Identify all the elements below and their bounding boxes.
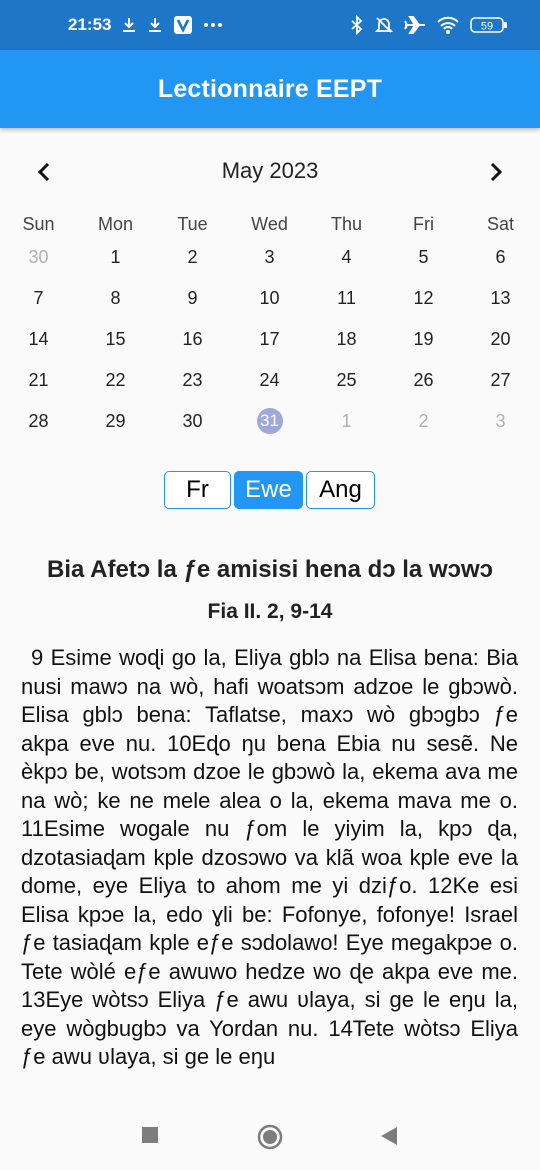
calendar-day[interactable]: 15 bbox=[77, 322, 154, 356]
calendar-day[interactable]: 27 bbox=[462, 363, 539, 397]
battery-level: 59 bbox=[481, 21, 493, 33]
reading-text: 9 Esime woɖi go la, Eliya gblɔ na Elisa … bbox=[21, 645, 518, 1069]
calendar-day[interactable]: 26 bbox=[385, 363, 462, 397]
calendar-day[interactable]: 11 bbox=[308, 281, 385, 315]
calendar-day[interactable]: 4 bbox=[308, 240, 385, 274]
calendar-day[interactable]: 3 bbox=[231, 240, 308, 274]
previous-month-button[interactable] bbox=[22, 150, 66, 194]
weekday-label: Tue bbox=[177, 214, 208, 234]
next-month-button[interactable] bbox=[474, 150, 518, 194]
calendar-day[interactable]: 13 bbox=[462, 281, 539, 315]
weekday-label: Sat bbox=[486, 214, 515, 234]
calendar-day[interactable]: 3 bbox=[462, 404, 539, 438]
calendar-day[interactable]: 24 bbox=[231, 363, 308, 397]
calendar-day[interactable]: 22 bbox=[77, 363, 154, 397]
home-circle-icon[interactable] bbox=[257, 1124, 283, 1155]
back-triangle-icon[interactable] bbox=[380, 1126, 398, 1151]
airplane-icon bbox=[404, 15, 426, 35]
month-title: May 2023 bbox=[221, 158, 319, 183]
calendar-day[interactable]: 1 bbox=[77, 240, 154, 274]
status-bar: 21:53 59 bbox=[0, 0, 540, 50]
calendar-day[interactable]: 18 bbox=[308, 322, 385, 356]
calendar-day[interactable]: 23 bbox=[154, 363, 231, 397]
calendar-day[interactable]: 7 bbox=[0, 281, 77, 315]
calendar-day[interactable]: 17 bbox=[231, 322, 308, 356]
calendar-day[interactable]: 2 bbox=[154, 240, 231, 274]
wifi-icon bbox=[436, 15, 460, 35]
calendar-day-selected[interactable]: 31 bbox=[231, 404, 308, 438]
calendar-day[interactable]: 12 bbox=[385, 281, 462, 315]
calendar-header: May 2023 bbox=[0, 150, 540, 194]
language-button-ewe[interactable]: Ewe bbox=[234, 471, 303, 509]
calendar-day[interactable]: 20 bbox=[462, 322, 539, 356]
app-title: Lectionnaire EEPT bbox=[157, 74, 383, 103]
language-button-fr[interactable]: Fr bbox=[164, 471, 231, 509]
calendar-day[interactable]: 19 bbox=[385, 322, 462, 356]
calendar-day[interactable]: 28 bbox=[0, 404, 77, 438]
weekday-row: Sun Mon Tue Wed Thu Fri Sat bbox=[0, 214, 540, 238]
v-app-icon bbox=[173, 15, 193, 35]
download-icon bbox=[147, 16, 163, 34]
calendar-day[interactable]: 6 bbox=[462, 240, 539, 274]
weekday-label: Mon bbox=[97, 214, 133, 234]
battery-icon: 59 bbox=[470, 15, 508, 35]
calendar-day[interactable]: 9 bbox=[154, 281, 231, 315]
weekday-label: Sun bbox=[22, 214, 55, 234]
calendar-day[interactable]: 10 bbox=[231, 281, 308, 315]
calendar-day[interactable]: 16 bbox=[154, 322, 231, 356]
app-bar: Lectionnaire EEPT bbox=[0, 50, 540, 128]
calendar-day[interactable]: 29 bbox=[77, 404, 154, 438]
reading-title: Bia Afetɔ la ƒe amisisi hena dɔ la wɔwɔ bbox=[47, 556, 493, 583]
system-nav-bar bbox=[0, 1104, 540, 1170]
calendar-day[interactable]: 21 bbox=[0, 363, 77, 397]
calendar-day[interactable]: 14 bbox=[0, 322, 77, 356]
calendar-day[interactable]: 25 bbox=[308, 363, 385, 397]
calendar-day[interactable]: 30 bbox=[0, 240, 77, 274]
more-dots-icon bbox=[203, 22, 223, 28]
calendar-day[interactable]: 8 bbox=[77, 281, 154, 315]
weekday-label: Fri bbox=[413, 214, 434, 234]
reading-reference: Fia II. 2, 9-14 bbox=[207, 600, 333, 623]
calendar-day[interactable]: 30 bbox=[154, 404, 231, 438]
mute-icon bbox=[374, 15, 394, 35]
recents-square-icon[interactable] bbox=[141, 1126, 159, 1149]
language-button-ang[interactable]: Ang bbox=[306, 471, 375, 509]
weekday-label: Thu bbox=[330, 214, 363, 234]
bluetooth-icon bbox=[350, 15, 364, 35]
calendar-day[interactable]: 1 bbox=[308, 404, 385, 438]
calendar-day[interactable]: 5 bbox=[385, 240, 462, 274]
chevron-right-icon bbox=[490, 162, 503, 182]
status-time: 21:53 bbox=[68, 15, 112, 34]
chevron-left-icon bbox=[37, 162, 50, 182]
download-icon bbox=[121, 16, 137, 34]
language-selector: Fr Ewe Ang bbox=[164, 471, 375, 511]
calendar-day[interactable]: 2 bbox=[385, 404, 462, 438]
weekday-label: Wed bbox=[251, 214, 288, 234]
